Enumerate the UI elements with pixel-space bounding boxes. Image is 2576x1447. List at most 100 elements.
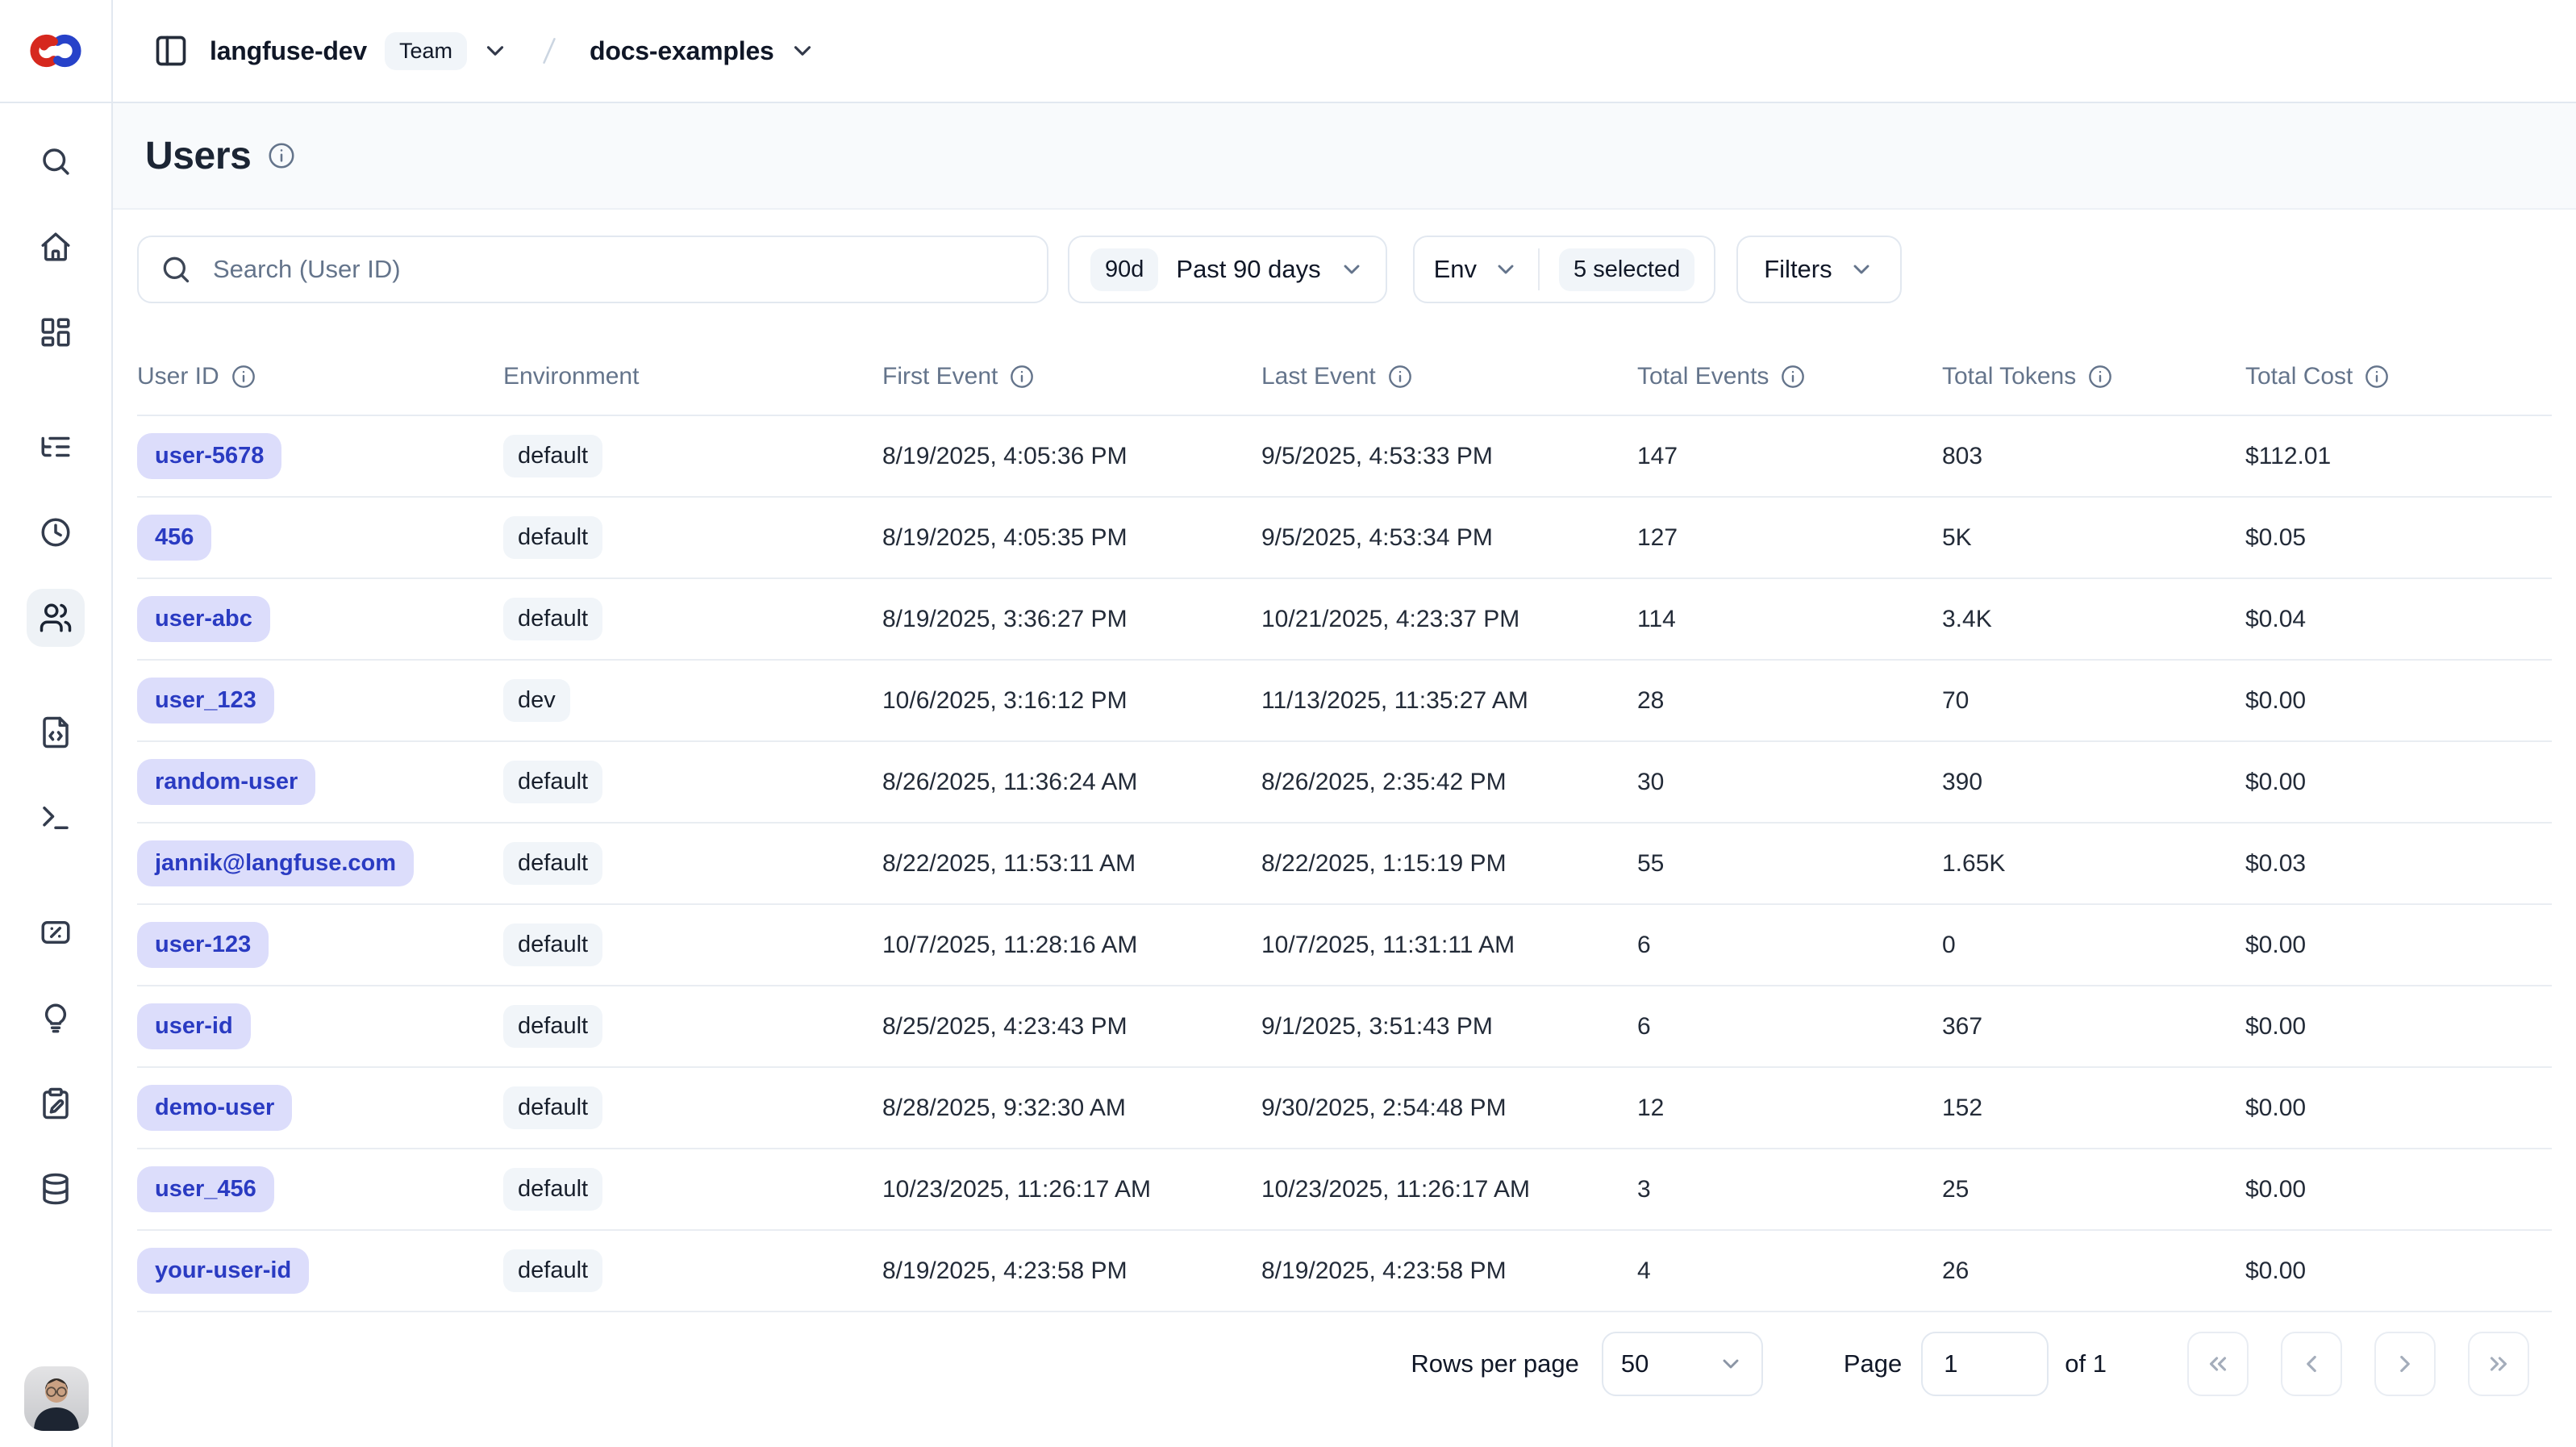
date-range-button[interactable]: 90d Past 90 days <box>1068 236 1387 303</box>
table-row[interactable]: user_456default10/23/2025, 11:26:17 AM10… <box>137 1149 2552 1231</box>
user-id-badge[interactable]: user-5678 <box>137 433 281 479</box>
info-icon <box>231 364 256 390</box>
column-header-total-events[interactable]: Total Events <box>1637 363 1942 390</box>
sidebar-item-sessions[interactable] <box>27 503 85 561</box>
table-row[interactable]: user-123default10/7/2025, 11:28:16 AM10/… <box>137 905 2552 986</box>
column-info[interactable] <box>1780 364 1806 390</box>
environment-badge: default <box>503 598 602 640</box>
cell-total-cost: $0.00 <box>2245 1257 2552 1285</box>
sidebar-item-dashboard[interactable] <box>27 303 85 361</box>
column-info[interactable] <box>2087 364 2113 390</box>
table-row[interactable]: user-abcdefault8/19/2025, 3:36:27 PM10/2… <box>137 579 2552 661</box>
page-number-input[interactable] <box>1921 1332 2049 1396</box>
first-page-button[interactable] <box>2187 1332 2249 1396</box>
filters-button[interactable]: Filters <box>1736 236 1901 303</box>
environment-filter-button[interactable]: Env 5 selected <box>1413 236 1716 303</box>
column-info[interactable] <box>231 364 256 390</box>
sidebar-item-evaluation[interactable] <box>27 989 85 1047</box>
user-avatar[interactable] <box>24 1366 89 1431</box>
user-id-badge[interactable]: user_123 <box>137 678 274 724</box>
cell-first-event: 8/28/2025, 9:32:30 AM <box>882 1095 1261 1122</box>
column-header-last-event[interactable]: Last Event <box>1261 363 1637 390</box>
sidebar-item-prompts[interactable] <box>27 703 85 761</box>
table-row[interactable]: user-iddefault8/25/2025, 4:23:43 PM9/1/2… <box>137 986 2552 1068</box>
table-row[interactable]: your-user-iddefault8/19/2025, 4:23:58 PM… <box>137 1231 2552 1312</box>
column-header-environment[interactable]: Environment <box>503 363 882 390</box>
column-header-first-event[interactable]: First Event <box>882 363 1261 390</box>
column-info[interactable] <box>1009 364 1035 390</box>
database-icon <box>39 1172 73 1206</box>
cell-environment: default <box>503 924 882 966</box>
sidebar-item-search[interactable] <box>27 132 85 190</box>
search-icon <box>160 253 192 286</box>
environment-badge: default <box>503 1168 602 1211</box>
cell-user-id: demo-user <box>137 1085 503 1131</box>
env-selected-badge: 5 selected <box>1559 248 1694 291</box>
cell-total-events: 6 <box>1637 932 1942 959</box>
user-id-badge[interactable]: 456 <box>137 515 211 561</box>
sidebar-item-users[interactable] <box>27 589 85 647</box>
cell-user-id: user-5678 <box>137 433 503 479</box>
cell-first-event: 10/23/2025, 11:26:17 AM <box>882 1176 1261 1203</box>
user-id-badge[interactable]: your-user-id <box>137 1248 309 1294</box>
user-id-badge[interactable]: user-123 <box>137 922 269 968</box>
cell-total-tokens: 1.65K <box>1942 850 2245 878</box>
project-breadcrumb[interactable]: docs-examples <box>590 36 774 66</box>
annotation-icon <box>39 1086 73 1120</box>
sidebar-item-database[interactable] <box>27 1160 85 1218</box>
cell-environment: default <box>503 516 882 559</box>
cell-environment: default <box>503 761 882 803</box>
column-label: Total Events <box>1637 363 1769 390</box>
last-page-button[interactable] <box>2468 1332 2529 1396</box>
user-id-badge[interactable]: jannik@langfuse.com <box>137 840 414 886</box>
column-label: User ID <box>137 363 219 390</box>
column-header-total-tokens[interactable]: Total Tokens <box>1942 363 2245 390</box>
cell-total-events: 30 <box>1637 769 1942 796</box>
cell-user-id: user-abc <box>137 596 503 642</box>
cell-total-events: 3 <box>1637 1176 1942 1203</box>
chevrons-right-icon <box>2485 1350 2512 1378</box>
column-header-user-id[interactable]: User ID <box>137 363 503 390</box>
environment-badge: default <box>503 1086 602 1129</box>
table-row[interactable]: user-5678default8/19/2025, 4:05:36 PM9/5… <box>137 416 2552 498</box>
table-row[interactable]: user_123dev10/6/2025, 3:16:12 PM11/13/20… <box>137 661 2552 742</box>
table-row[interactable]: random-userdefault8/26/2025, 11:36:24 AM… <box>137 742 2552 824</box>
user-id-badge[interactable]: user-abc <box>137 596 270 642</box>
org-dropdown[interactable] <box>481 37 509 65</box>
column-info[interactable] <box>2364 364 2390 390</box>
sidebar-toggle-button[interactable] <box>153 33 189 69</box>
table-row[interactable]: jannik@langfuse.comdefault8/22/2025, 11:… <box>137 824 2552 905</box>
next-page-button[interactable] <box>2374 1332 2436 1396</box>
user-id-badge[interactable]: demo-user <box>137 1085 292 1131</box>
date-range-shortcut: 90d <box>1090 248 1158 291</box>
cell-total-cost: $0.00 <box>2245 1013 2552 1040</box>
cell-last-event: 11/13/2025, 11:35:27 AM <box>1261 687 1637 715</box>
previous-page-button[interactable] <box>2281 1332 2342 1396</box>
sidebar-item-home[interactable] <box>27 218 85 276</box>
project-dropdown[interactable] <box>789 37 816 65</box>
org-breadcrumb[interactable]: langfuse-dev <box>210 36 367 66</box>
user-id-badge[interactable]: user_456 <box>137 1166 274 1212</box>
cell-total-cost: $0.00 <box>2245 687 2552 715</box>
cell-environment: default <box>503 842 882 885</box>
table-row[interactable]: 456default8/19/2025, 4:05:35 PM9/5/2025,… <box>137 498 2552 579</box>
table-controls: 90d Past 90 days Env 5 selected Filters <box>137 236 2552 303</box>
cell-total-tokens: 25 <box>1942 1176 2245 1203</box>
sidebar-item-scores[interactable] <box>27 903 85 961</box>
sidebar-item-traces[interactable] <box>27 418 85 476</box>
table-row[interactable]: demo-userdefault8/28/2025, 9:32:30 AM9/3… <box>137 1068 2552 1149</box>
cell-first-event: 10/6/2025, 3:16:12 PM <box>882 687 1261 715</box>
rows-per-page-select[interactable]: 50 <box>1602 1332 1763 1396</box>
user-id-badge[interactable]: user-id <box>137 1003 251 1049</box>
page-title-info[interactable] <box>267 141 296 170</box>
cell-first-event: 8/19/2025, 4:23:58 PM <box>882 1257 1261 1285</box>
search-input[interactable] <box>210 253 1026 286</box>
sidebar-item-annotation[interactable] <box>27 1074 85 1132</box>
sidebar-item-playground[interactable] <box>27 789 85 847</box>
column-header-total-cost[interactable]: Total Cost <box>2245 363 2552 390</box>
column-info[interactable] <box>1387 364 1413 390</box>
user-id-badge[interactable]: random-user <box>137 759 315 805</box>
traces-icon <box>39 430 73 464</box>
cell-last-event: 8/22/2025, 1:15:19 PM <box>1261 850 1637 878</box>
date-range-label: Past 90 days <box>1176 255 1320 284</box>
